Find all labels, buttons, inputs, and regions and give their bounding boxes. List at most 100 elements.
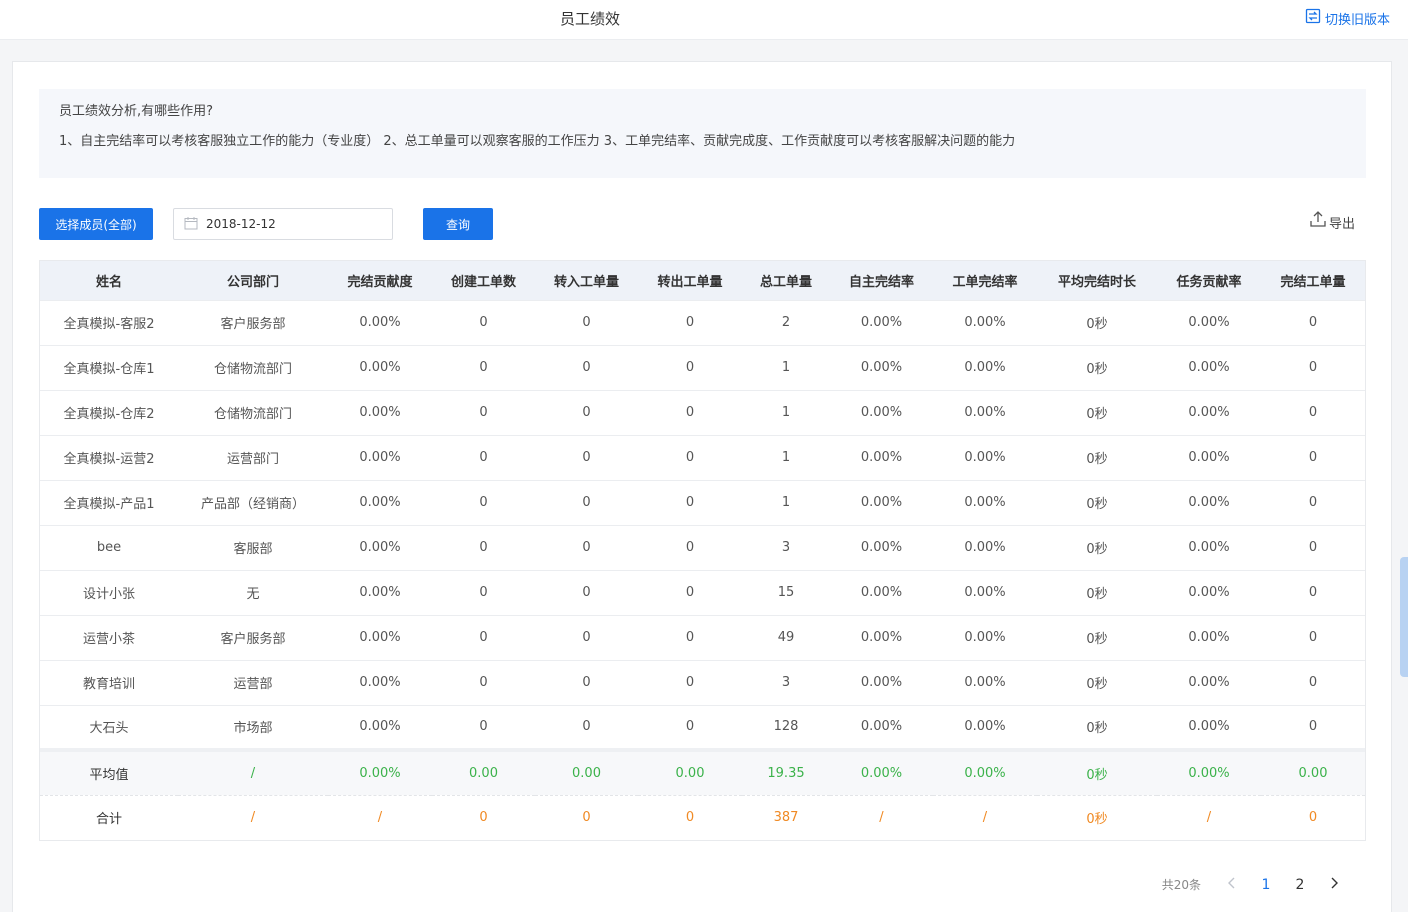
table-cell: 0 bbox=[638, 389, 742, 435]
table-cell: 0.00% bbox=[328, 659, 432, 705]
table-cell: 0 bbox=[1261, 704, 1365, 750]
total-cell: / bbox=[328, 794, 432, 840]
switch-version-link[interactable]: 切换旧版本 bbox=[1305, 8, 1390, 28]
table-cell: 3 bbox=[742, 524, 830, 570]
page-button-1[interactable]: 1 bbox=[1249, 877, 1283, 893]
total-cell: 合计 bbox=[40, 794, 178, 840]
table-cell: 0.00% bbox=[933, 659, 1037, 705]
total-cell: / bbox=[178, 794, 328, 840]
table-cell: 0.00% bbox=[830, 389, 933, 435]
table-cell: 0.00% bbox=[328, 614, 432, 660]
column-header: 平均完结时长 bbox=[1037, 261, 1157, 300]
average-cell: 0.00% bbox=[328, 748, 432, 795]
table-cell: 0 bbox=[432, 479, 535, 525]
table-cell: 0.00% bbox=[830, 299, 933, 345]
table-header-row: 姓名 公司部门 完结贡献度 创建工单数 转入工单量 转出工单量 总工单量 自主完… bbox=[40, 261, 1365, 300]
table-cell: 0.00% bbox=[933, 389, 1037, 435]
table-cell: 无 bbox=[178, 569, 328, 615]
column-header: 公司部门 bbox=[178, 261, 328, 300]
table-cell: 客户服务部 bbox=[178, 299, 328, 345]
table-cell: 0秒 bbox=[1037, 659, 1157, 705]
table-cell: 市场部 bbox=[178, 704, 328, 750]
top-bar: 员工绩效 切换旧版本 bbox=[0, 0, 1408, 40]
table-cell: 0.00% bbox=[1157, 704, 1261, 750]
table-cell: 产品部（经销商） bbox=[178, 479, 328, 525]
table-cell: 0秒 bbox=[1037, 479, 1157, 525]
table-cell: 1 bbox=[742, 434, 830, 480]
table-cell: 运营部门 bbox=[178, 434, 328, 480]
table-cell: 0 bbox=[432, 344, 535, 390]
query-button[interactable]: 查询 bbox=[423, 208, 493, 240]
table-row: 全真模拟-客服2 客户服务部 0.00% 0 0 0 2 0.00% 0.00% 0秒 0.00% 0 bbox=[40, 299, 1365, 345]
date-picker[interactable] bbox=[173, 208, 393, 240]
table-cell: 仓储物流部门 bbox=[178, 344, 328, 390]
table-cell: 0秒 bbox=[1037, 614, 1157, 660]
table-cell: 0 bbox=[535, 479, 638, 525]
page-button-2[interactable]: 2 bbox=[1283, 877, 1317, 893]
export-button[interactable]: 导出 bbox=[1309, 210, 1355, 232]
table-cell: 128 bbox=[742, 704, 830, 750]
table-cell: 0.00% bbox=[830, 704, 933, 750]
total-cell: / bbox=[830, 794, 933, 840]
date-input[interactable] bbox=[206, 217, 366, 231]
table-cell: 0.00% bbox=[328, 704, 432, 750]
table-cell: 0 bbox=[638, 704, 742, 750]
table-cell: 0 bbox=[1261, 479, 1365, 525]
table-cell: 0.00% bbox=[933, 434, 1037, 480]
column-header: 创建工单数 bbox=[432, 261, 535, 300]
column-header: 任务贡献率 bbox=[1157, 261, 1261, 300]
chevron-left-icon bbox=[1226, 877, 1238, 892]
table-cell: 0 bbox=[1261, 389, 1365, 435]
average-cell: 0.00% bbox=[830, 748, 933, 795]
average-cell: 0.00% bbox=[933, 748, 1037, 795]
table-cell: 0.00% bbox=[830, 659, 933, 705]
calendar-icon bbox=[184, 215, 198, 234]
table-cell: 0 bbox=[1261, 569, 1365, 615]
table-cell: 0.00% bbox=[328, 389, 432, 435]
table-cell: 0.00% bbox=[830, 524, 933, 570]
table-cell: 0 bbox=[535, 299, 638, 345]
column-header: 完结贡献度 bbox=[328, 261, 432, 300]
table-cell: 客服部 bbox=[178, 524, 328, 570]
table-cell: 0.00% bbox=[1157, 614, 1261, 660]
side-scroll-handle[interactable] bbox=[1400, 557, 1408, 677]
table-cell: 15 bbox=[742, 569, 830, 615]
pagination-total: 共20条 bbox=[1161, 878, 1201, 892]
table-row: bee 客服部 0.00% 0 0 0 3 0.00% 0.00% 0秒 0.00% 0 bbox=[40, 524, 1365, 570]
table-cell: 1 bbox=[742, 344, 830, 390]
select-member-button[interactable]: 选择成员(全部) bbox=[39, 208, 153, 240]
table-cell: 0.00% bbox=[1157, 434, 1261, 480]
table-row: 全真模拟-运营2 运营部门 0.00% 0 0 0 1 0.00% 0.00% 0秒 0.00% 0 bbox=[40, 434, 1365, 480]
table-cell: 0 bbox=[535, 344, 638, 390]
table-cell: 0 bbox=[1261, 614, 1365, 660]
table-cell: 0.00% bbox=[830, 614, 933, 660]
table-row: 全真模拟-仓库2 仓储物流部门 0.00% 0 0 0 1 0.00% 0.00% 0秒 0.00%… bbox=[40, 389, 1365, 435]
table-cell: 0 bbox=[1261, 299, 1365, 345]
table-cell: 全真模拟-客服2 bbox=[40, 299, 178, 345]
table-cell: 0 bbox=[638, 299, 742, 345]
switch-version-label: 切换旧版本 bbox=[1324, 12, 1390, 28]
column-header: 转入工单量 bbox=[535, 261, 638, 300]
table-cell: 0 bbox=[1261, 344, 1365, 390]
average-row: 平均值/0.00% 0.00 0.00 0.00 19.35 0.00% 0.00% 0秒 0.… bbox=[40, 748, 1365, 795]
table-cell: 0.00% bbox=[933, 344, 1037, 390]
table-cell: 49 bbox=[742, 614, 830, 660]
column-header: 完结工单量 bbox=[1261, 261, 1365, 300]
prev-page-button[interactable] bbox=[1215, 877, 1249, 892]
table-cell: 0秒 bbox=[1037, 389, 1157, 435]
table-cell: 0.00% bbox=[328, 299, 432, 345]
table-cell: 全真模拟-仓库2 bbox=[40, 389, 178, 435]
next-page-button[interactable] bbox=[1317, 877, 1351, 892]
total-cell: 0 bbox=[535, 794, 638, 840]
page-title: 员工绩效 bbox=[559, 10, 620, 28]
table-cell: 0 bbox=[638, 434, 742, 480]
column-header: 总工单量 bbox=[742, 261, 830, 300]
table-cell: 0 bbox=[638, 479, 742, 525]
table-cell: 0 bbox=[432, 434, 535, 480]
table-cell: 0 bbox=[1261, 524, 1365, 570]
table-cell: 0.00% bbox=[1157, 659, 1261, 705]
pagination: 共20条 1 2 bbox=[1162, 876, 1351, 893]
table-cell: 0秒 bbox=[1037, 524, 1157, 570]
table-cell: 0.00% bbox=[1157, 479, 1261, 525]
table-row: 运营小茶 客户服务部 0.00% 0 0 0 49 0.00% 0.00% 0秒 0.00% 0 bbox=[40, 614, 1365, 660]
